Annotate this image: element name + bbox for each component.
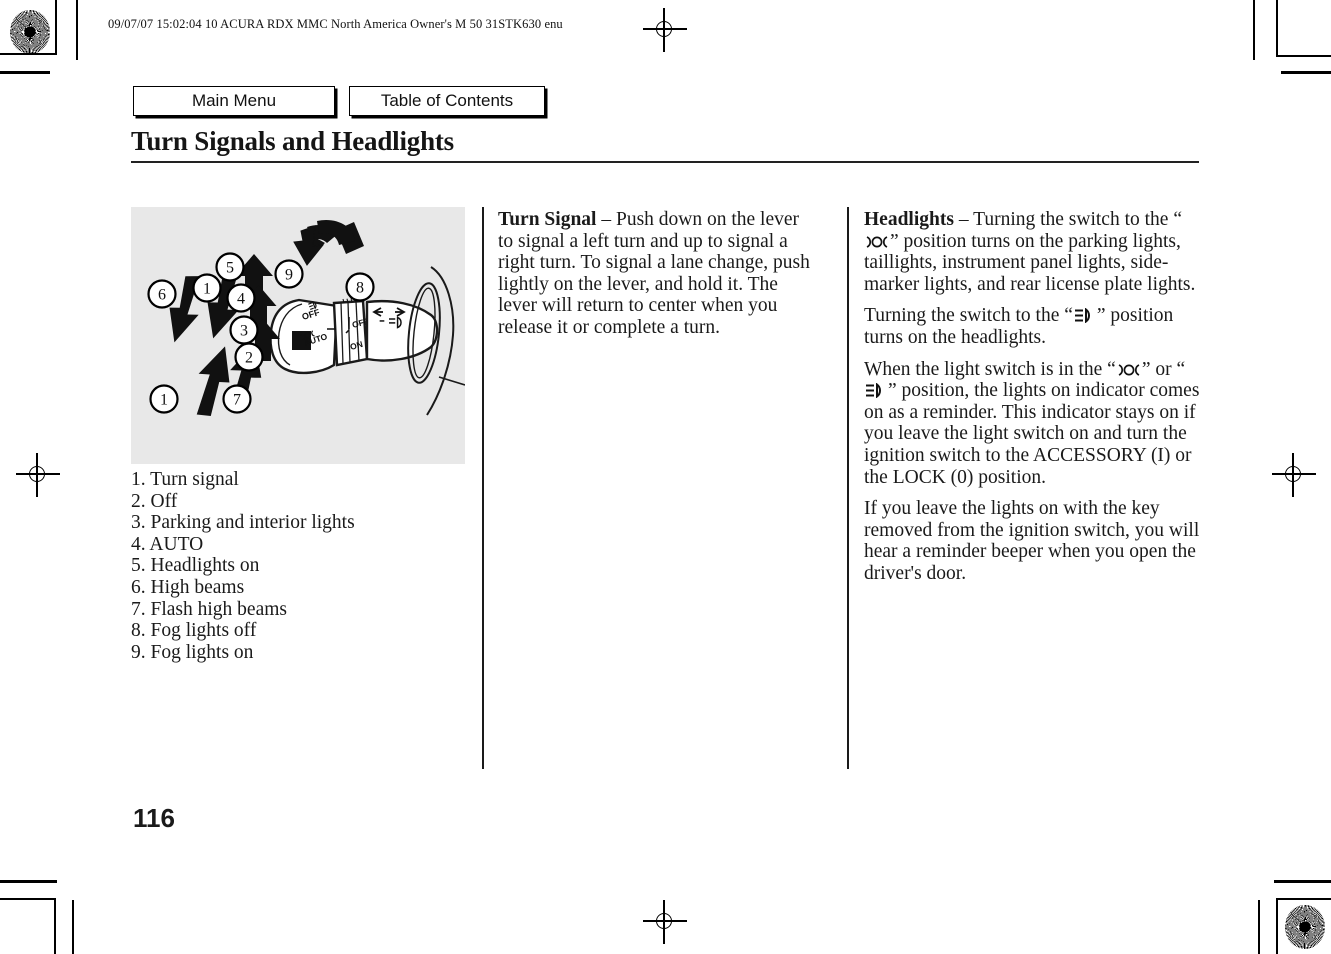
- svg-text:4: 4: [237, 291, 245, 308]
- legend-item: 9. Fog lights on: [131, 641, 254, 663]
- crop-mark-bottom-right-bleed: [1274, 880, 1331, 883]
- legend-item: 3. Parking and interior lights: [131, 512, 355, 534]
- crop-mark-top-right-vertical: [1253, 0, 1255, 60]
- legend-item: 5. Headlights on: [131, 555, 260, 577]
- registration-crosshair-bottom: [643, 900, 687, 944]
- legend-item: 6. High beams: [131, 576, 245, 598]
- svg-text:7: 7: [233, 392, 241, 409]
- crop-mark-bottom-right-corner-horizontal: [1276, 898, 1331, 900]
- crop-mark-bottom-left-vertical: [72, 900, 74, 954]
- headlights-heading: Headlights: [864, 209, 954, 230]
- headlights-p1-part-a: Turning the switch to the “: [973, 209, 1182, 230]
- legend-item: 8. Fog lights off: [131, 620, 257, 642]
- svg-text:8: 8: [356, 280, 364, 297]
- headlights-paragraph-4: If you leave the lights on with the key …: [864, 498, 1200, 584]
- crop-mark-bottom-right-vertical: [1258, 900, 1260, 954]
- crop-mark-bottom-left-corner-vertical: [54, 898, 56, 954]
- legend-item: 7. Flash high beams: [131, 598, 287, 620]
- heading-dash: –: [601, 209, 612, 230]
- headlights-section: Headlights – Turning the switch to the “…: [864, 209, 1202, 595]
- figure-legend-list: 1. Turn signal 2. Off 3. Parking and int…: [131, 469, 471, 663]
- headlights-p3-part-a: When the light switch is in the “: [864, 358, 1116, 380]
- headlights-paragraph-3: When the light switch is in the “ ” or “”…: [864, 359, 1202, 489]
- legend-item: 1. Turn signal: [131, 469, 239, 490]
- svg-text:9: 9: [285, 267, 293, 284]
- headlights-icon: [864, 383, 888, 399]
- crop-mark-top-left-bleed: [0, 71, 50, 74]
- crop-mark-top-left-corner-horizontal: [0, 53, 57, 55]
- crop-mark-bottom-right-corner-vertical: [1276, 898, 1278, 954]
- navigation-bar: Main Menu Table of Contents: [133, 86, 545, 117]
- svg-text:3: 3: [240, 323, 248, 340]
- main-menu-button[interactable]: Main Menu: [133, 86, 335, 117]
- parking-lights-icon: [1116, 363, 1142, 377]
- headlights-p3-part-c: ” position, the lights on indicator come…: [864, 380, 1200, 488]
- crop-mark-top-right-bleed: [1281, 71, 1331, 74]
- legend-item: 4. AUTO: [131, 533, 204, 555]
- crop-mark-top-left-vertical: [76, 0, 78, 60]
- column-divider-left: [482, 207, 484, 769]
- headlights-paragraph-1: Headlights – Turning the switch to the “…: [864, 209, 1202, 295]
- headlights-p2-part-a: Turning the switch to the “: [864, 305, 1073, 327]
- svg-text:1: 1: [203, 281, 211, 298]
- parking-lights-icon: [864, 235, 890, 249]
- page-number: 116: [133, 803, 175, 833]
- heading-dash: –: [958, 209, 969, 230]
- svg-text:1: 1: [160, 392, 168, 409]
- svg-text:5: 5: [226, 260, 234, 277]
- svg-text:6: 6: [158, 287, 166, 304]
- print-header-info: 09/07/07 15:02:04 10 ACURA RDX MMC North…: [108, 17, 563, 31]
- turn-signal-heading: Turn Signal: [498, 209, 597, 230]
- crop-mark-top-left-corner-vertical: [55, 0, 57, 55]
- turn-signal-section: Turn Signal – Push down on the lever to …: [498, 209, 818, 349]
- registration-crosshair-top: [643, 8, 687, 52]
- page-title: Turn Signals and Headlights: [131, 126, 454, 156]
- registration-star-top-left: [10, 10, 50, 54]
- svg-text:2: 2: [245, 350, 253, 367]
- crop-mark-top-right-corner-horizontal: [1276, 55, 1331, 57]
- legend-item: 2. Off: [131, 490, 178, 512]
- crop-mark-bottom-left-bleed: [0, 880, 57, 883]
- headlights-icon: [1073, 308, 1097, 324]
- registration-crosshair-right: [1272, 453, 1316, 497]
- light-stalk-illustration: OFF AUTO OFF ON 6 1 5 4 3 2 9 8 1 7: [131, 207, 465, 464]
- column-divider-right: [847, 207, 849, 769]
- turn-signal-paragraph: Turn Signal – Push down on the lever to …: [498, 209, 818, 339]
- crop-mark-top-right-corner-vertical: [1276, 0, 1278, 57]
- headlights-p1-part-b: ” position turns on the parking lights, …: [864, 230, 1196, 295]
- headlights-p3-part-b: ” or “: [1141, 358, 1186, 380]
- headlights-paragraph-2: Turning the switch to the “” position tu…: [864, 305, 1202, 348]
- title-underline-rule: [131, 161, 1199, 163]
- crop-mark-bottom-left-corner-horizontal: [0, 898, 56, 900]
- registration-crosshair-left: [16, 453, 60, 497]
- table-of-contents-button[interactable]: Table of Contents: [349, 86, 545, 117]
- registration-star-bottom-right: [1285, 905, 1325, 949]
